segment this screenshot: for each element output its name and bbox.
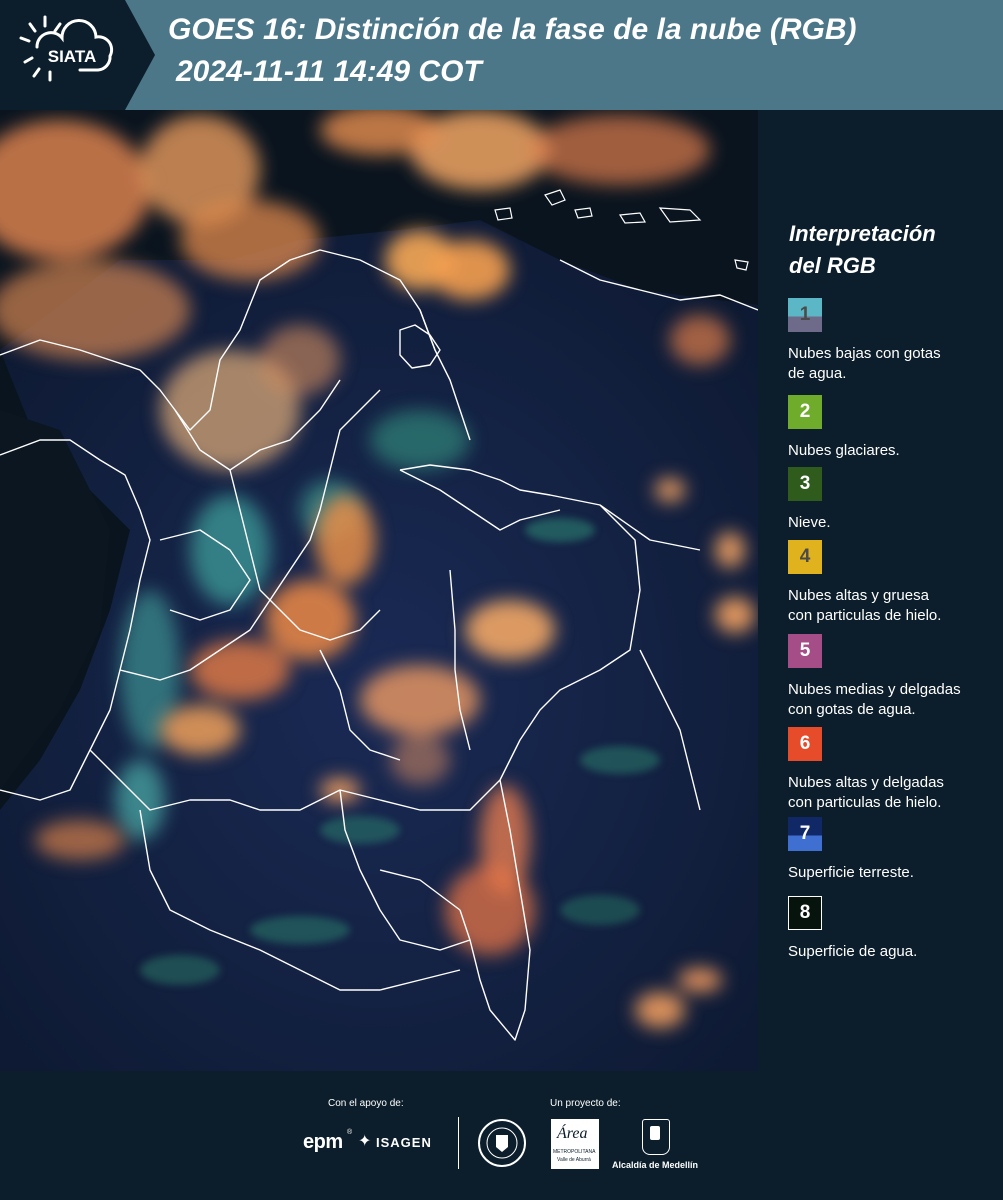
legend-label: Nubes altas y delgadas con particulas de … <box>788 773 1003 813</box>
legend-swatch: 2 <box>788 395 822 429</box>
header-bar: SIATA GOES 16: Distinción de la fase de … <box>0 0 1003 110</box>
area-metropolitana-logo: Área METROPOLITANA Valle de Aburrá <box>551 1119 599 1169</box>
legend-label-line2: de agua. <box>788 365 847 382</box>
legend-label-line1: Superficie terreste. <box>788 864 914 881</box>
legend-swatch: 7 <box>788 817 822 851</box>
legend-label: Nubes medias y delgadas con gotas de agua… <box>788 680 1003 720</box>
legend-number: 6 <box>799 733 811 754</box>
legend-title-line1: Interpretación <box>789 221 936 246</box>
legend-label: Superficie de agua. <box>788 942 1003 962</box>
alcaldia-label: Alcaldía de Medellín <box>612 1160 699 1170</box>
legend-label: Nieve. <box>788 513 1003 533</box>
legend-label-line1: Nubes medias y delgadas <box>788 681 961 698</box>
registered-icon: ® <box>347 1129 353 1136</box>
legend-label-line2: con particulas de hielo. <box>788 794 942 811</box>
legend-swatch: 6 <box>788 727 822 761</box>
isagen-logo: ISAGEN <box>376 1135 432 1150</box>
legend-label-line1: Superficie de agua. <box>788 943 918 960</box>
isagen-icon: ✦ <box>358 1133 372 1150</box>
legend-label-line2: con particulas de hielo. <box>788 607 942 624</box>
legend-label: Superficie terreste. <box>788 863 1003 883</box>
legend-label-line1: Nubes bajas con gotas <box>788 345 941 362</box>
legend-number: 7 <box>799 823 811 844</box>
legend-number: 5 <box>799 640 811 661</box>
legend-label: Nubes bajas con gotas de agua. <box>788 344 1003 384</box>
legend-swatch: 3 <box>788 467 822 501</box>
legend-label-line2: con gotas de agua. <box>788 701 916 718</box>
alcaldia-shield-icon <box>642 1119 670 1155</box>
legend-swatch: 5 <box>788 634 822 668</box>
satellite-map <box>0 110 758 1071</box>
page-title: GOES 16: Distinción de la fase de la nub… <box>168 13 857 46</box>
legend-swatch: 4 <box>788 540 822 574</box>
epm-logo: epm <box>303 1131 343 1153</box>
legend-label-line1: Nubes glaciares. <box>788 442 900 459</box>
government-seal-icon <box>478 1119 526 1167</box>
legend-label-line1: Nubes altas y gruesa <box>788 587 929 604</box>
satellite-imagery <box>0 110 758 1071</box>
page-timestamp: 2024-11-11 14:49 COT <box>176 55 482 88</box>
legend-panel: Interpretación del RGB 1 Nubes bajas con … <box>758 110 1003 1071</box>
legend-number: 2 <box>799 401 811 422</box>
legend-swatch: 1 <box>788 298 822 332</box>
area-logo-line1: METROPOLITANA <box>553 1149 596 1155</box>
siata-logo: SIATA <box>0 0 155 110</box>
footer-divider <box>458 1117 459 1169</box>
area-logo-text: Área <box>557 1125 588 1142</box>
legend-number: 8 <box>799 902 811 923</box>
legend-number: 1 <box>799 304 811 325</box>
footer: Con el apoyo de: Un proyecto de: epm ® ✦… <box>0 1071 1003 1200</box>
legend-title: Interpretación del RGB <box>789 218 999 282</box>
legend-swatch: 8 <box>788 896 822 930</box>
legend-number: 4 <box>799 546 811 567</box>
area-logo-line2: Valle de Aburrá <box>557 1157 591 1163</box>
legend-label-line1: Nieve. <box>788 514 831 531</box>
project-label: Un proyecto de: <box>550 1098 621 1109</box>
support-label: Con el apoyo de: <box>328 1098 404 1109</box>
legend-number: 3 <box>799 473 811 494</box>
legend-label-line1: Nubes altas y delgadas <box>788 774 944 791</box>
legend-title-line2: del RGB <box>789 253 876 278</box>
siata-logo-text: SIATA <box>48 47 96 66</box>
legend-label: Nubes altas y gruesa con particulas de hi… <box>788 586 1003 626</box>
legend-label: Nubes glaciares. <box>788 441 1003 461</box>
